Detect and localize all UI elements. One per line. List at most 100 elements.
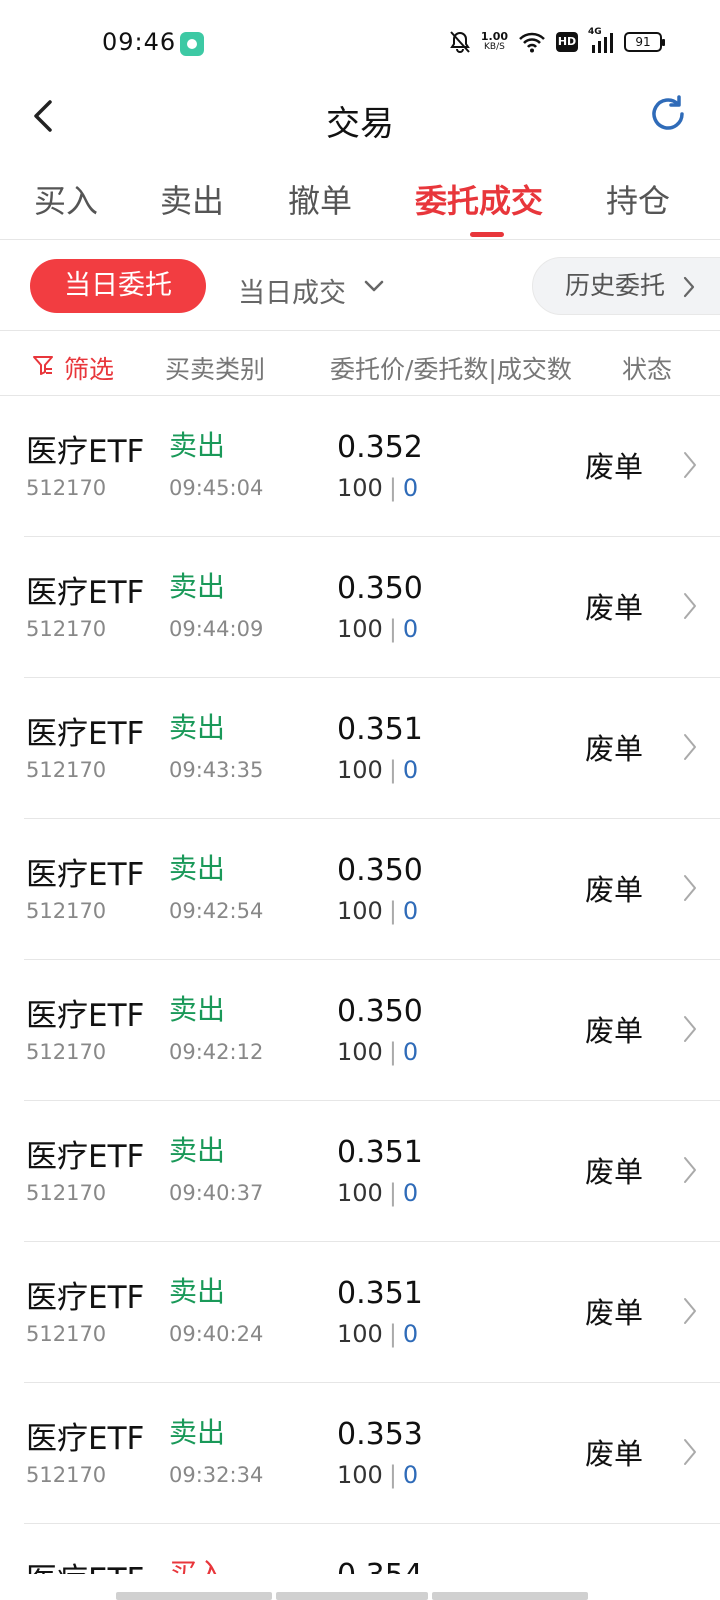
order-side: 卖出 xyxy=(169,1134,226,1167)
main-tabs: 买入 卖出 撤单 委托成交 持仓 xyxy=(0,170,720,240)
list-item[interactable]: 医疗ETF 512170 卖出 09:45:04 0.352 100 | 0 废单 xyxy=(24,396,720,537)
tab-sell[interactable]: 卖出 xyxy=(160,176,224,222)
order-status: 废单 xyxy=(585,591,644,625)
order-time: 09:44:09 xyxy=(169,617,264,641)
order-price: 0.350 xyxy=(337,571,423,606)
chevron-right-icon xyxy=(683,276,695,298)
active-tab-indicator xyxy=(470,232,504,237)
order-price: 0.351 xyxy=(337,1135,423,1170)
filled-quantity: 0 xyxy=(402,1461,419,1489)
order-status: 废单 xyxy=(585,1437,644,1471)
stock-name: 医疗ETF xyxy=(26,434,145,470)
order-price: 0.351 xyxy=(337,1276,423,1311)
order-price: 0.350 xyxy=(337,853,423,888)
filled-quantity: 0 xyxy=(402,615,419,643)
order-status: 废单 xyxy=(585,1014,644,1048)
filled-quantity: 0 xyxy=(402,1038,419,1066)
order-side: 卖出 xyxy=(169,711,226,744)
stock-code: 512170 xyxy=(26,758,107,782)
filled-quantity: 0 xyxy=(402,1320,419,1348)
nav-segment xyxy=(116,1592,272,1600)
chevron-right-icon xyxy=(684,452,696,478)
order-quantity: 100 | 0 xyxy=(337,756,419,784)
chevron-right-icon xyxy=(684,875,696,901)
stock-name: 医疗ETF xyxy=(26,998,145,1034)
order-side: 卖出 xyxy=(169,570,226,603)
subtab-today-trades[interactable]: 当日成交 xyxy=(238,271,346,310)
list-item[interactable]: 医疗ETF 512170 卖出 09:42:12 0.350 100 | 0 废单 xyxy=(24,960,720,1101)
filled-quantity: 0 xyxy=(402,897,419,925)
stock-code: 512170 xyxy=(26,617,107,641)
column-status: 状态 xyxy=(622,355,673,384)
order-time: 09:40:37 xyxy=(169,1181,264,1205)
refresh-icon[interactable] xyxy=(646,92,690,136)
app-notification-icon xyxy=(180,32,204,56)
chevron-down-icon[interactable] xyxy=(362,277,386,295)
column-type: 买卖类别 xyxy=(165,355,266,384)
order-quantity: 100 | 0 xyxy=(337,1320,419,1348)
stock-code: 512170 xyxy=(26,1040,107,1064)
list-item[interactable]: 医疗ETF 512170 卖出 09:40:24 0.351 100 | 0 废单 xyxy=(24,1242,720,1383)
order-side: 卖出 xyxy=(169,1275,226,1308)
order-quantity: 100 | 0 xyxy=(337,1038,419,1066)
order-time: 09:40:24 xyxy=(169,1322,264,1346)
chevron-right-icon xyxy=(684,1016,696,1042)
list-item[interactable]: 医疗ETF 512170 卖出 09:43:35 0.351 100 | 0 废单 xyxy=(24,678,720,819)
tab-buy[interactable]: 买入 xyxy=(34,176,98,222)
filter-icon[interactable] xyxy=(32,354,54,376)
column-price-qty: 委托价/委托数|成交数 xyxy=(330,355,572,384)
filter-button[interactable]: 筛选 xyxy=(64,350,114,386)
order-price: 0.352 xyxy=(337,430,423,465)
stock-name: 医疗ETF xyxy=(26,857,145,893)
order-list: 医疗ETF 512170 卖出 09:45:04 0.352 100 | 0 废单 … xyxy=(0,396,720,1574)
order-status: 废单 xyxy=(585,450,644,484)
battery-icon: 91 xyxy=(624,32,665,52)
order-quantity: 100 | 0 xyxy=(337,1179,419,1207)
tab-positions[interactable]: 持仓 xyxy=(606,176,670,222)
order-price: 0.350 xyxy=(337,994,423,1029)
order-price: 0.354 xyxy=(337,1558,423,1574)
subtab-today-orders[interactable]: 当日委托 xyxy=(30,259,206,313)
sub-tabs: 当日委托 当日成交 历史委托 xyxy=(0,241,720,331)
stock-name: 医疗ETF xyxy=(26,1421,145,1457)
order-time: 09:42:54 xyxy=(169,899,264,923)
stock-name: 医疗ETF xyxy=(26,1554,144,1574)
filled-quantity: 0 xyxy=(402,756,419,784)
filled-quantity: 0 xyxy=(402,1179,419,1207)
stock-name: 医疗ETF xyxy=(26,575,145,611)
column-header: 筛选 买卖类别 委托价/委托数|成交数 状态 xyxy=(0,332,720,396)
list-item[interactable]: 医疗ETF 512170 卖出 09:32:34 0.353 100 | 0 废单 xyxy=(24,1383,720,1524)
history-orders-button[interactable]: 历史委托 xyxy=(532,257,720,315)
order-time: 09:43:35 xyxy=(169,758,264,782)
list-item-partial[interactable]: 医疗ETF 买入 0.354 xyxy=(24,1524,720,1574)
list-item[interactable]: 医疗ETF 512170 卖出 09:44:09 0.350 100 | 0 废单 xyxy=(24,537,720,678)
tab-cancel[interactable]: 撤单 xyxy=(288,176,352,222)
order-side: 卖出 xyxy=(169,993,226,1026)
network-speed: 1.00 KB/S xyxy=(480,30,508,52)
gesture-bar xyxy=(0,1590,720,1600)
hd-icon: HD xyxy=(556,32,578,52)
stock-name: 医疗ETF xyxy=(26,716,145,752)
stock-code: 512170 xyxy=(26,476,107,500)
filled-quantity: 0 xyxy=(402,474,419,502)
order-quantity: 100 | 0 xyxy=(337,897,419,925)
order-quantity: 100 | 0 xyxy=(337,615,419,643)
tab-orders-trades[interactable]: 委托成交 xyxy=(415,176,543,222)
stock-name: 医疗ETF xyxy=(26,1280,145,1316)
stock-code: 512170 xyxy=(26,1322,107,1346)
order-price: 0.353 xyxy=(337,1417,423,1452)
list-item[interactable]: 医疗ETF 512170 卖出 09:40:37 0.351 100 | 0 废单 xyxy=(24,1101,720,1242)
order-time: 09:32:34 xyxy=(169,1463,264,1487)
list-item[interactable]: 医疗ETF 512170 卖出 09:42:54 0.350 100 | 0 废单 xyxy=(24,819,720,960)
order-quantity: 100 | 0 xyxy=(337,1461,419,1489)
order-quantity: 100 | 0 xyxy=(337,474,419,502)
stock-code: 512170 xyxy=(26,899,107,923)
stock-name: 医疗ETF xyxy=(26,1139,145,1175)
order-side: 卖出 xyxy=(169,429,226,462)
order-price: 0.351 xyxy=(337,712,423,747)
mute-bell-icon xyxy=(449,31,470,53)
nav-segment xyxy=(276,1592,428,1600)
order-side: 卖出 xyxy=(169,852,226,885)
status-time: 09:46 xyxy=(102,28,177,56)
order-side: 买入 xyxy=(169,1557,226,1574)
